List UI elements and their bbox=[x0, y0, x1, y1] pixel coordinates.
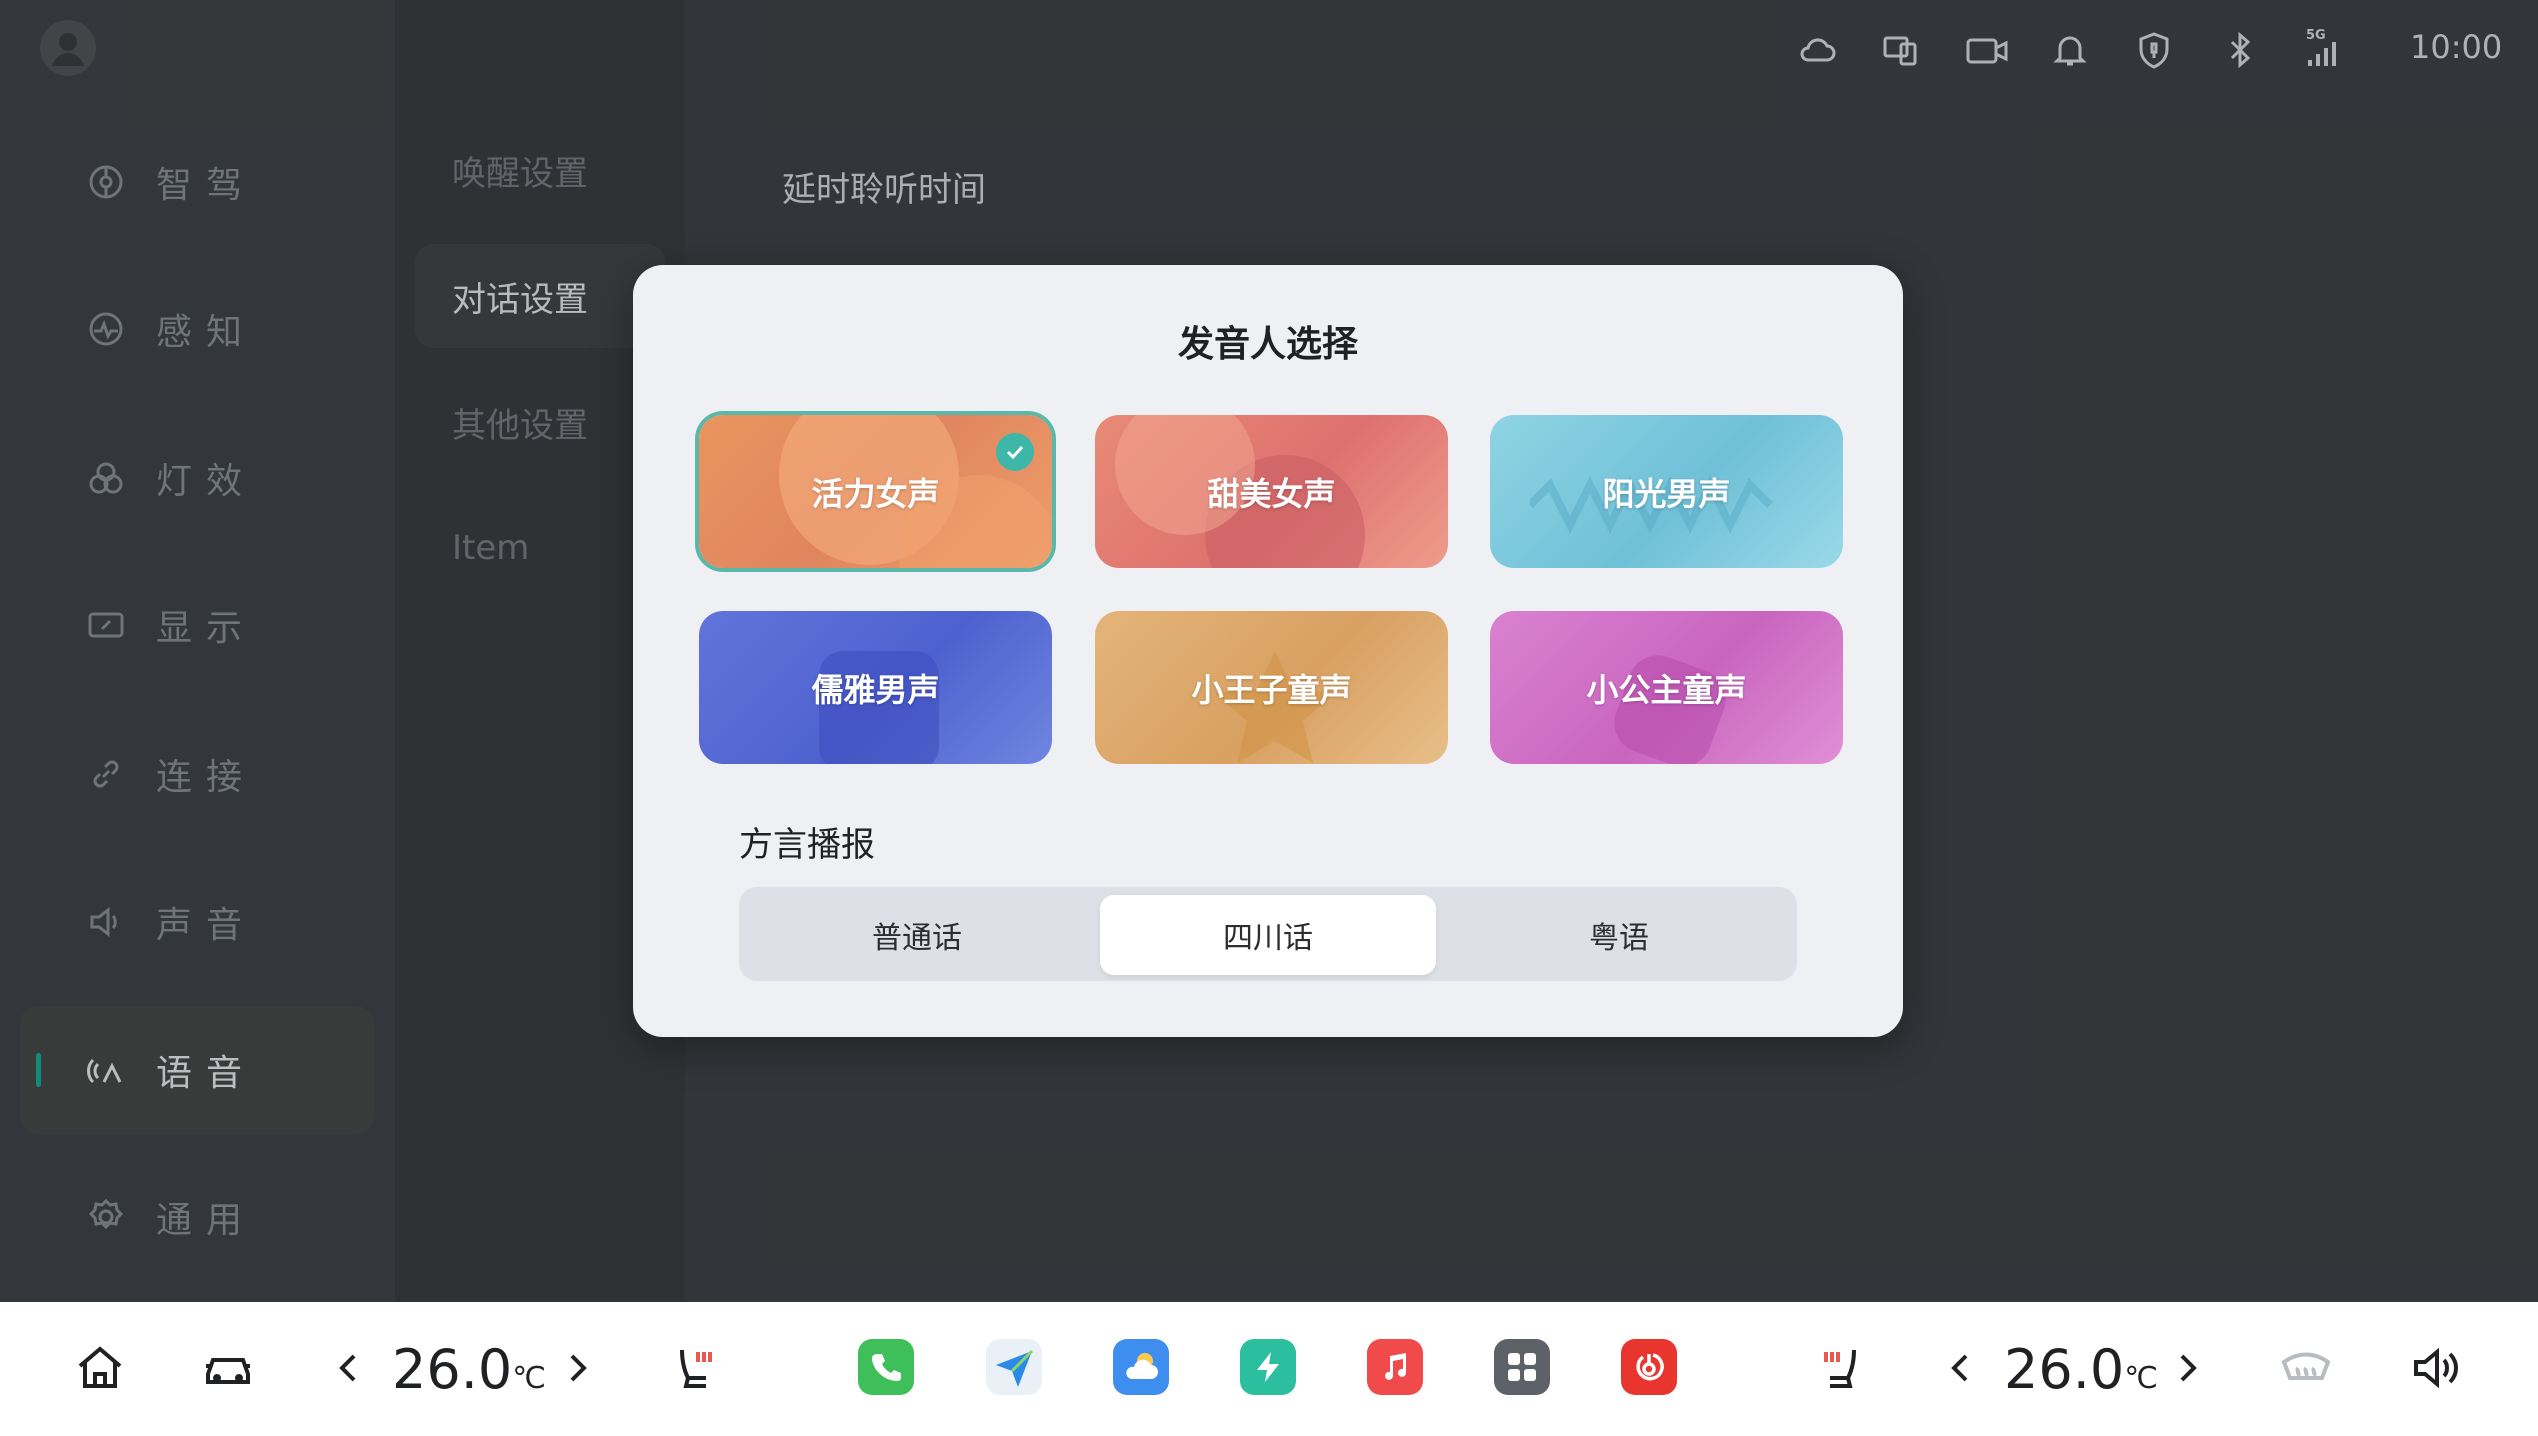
apps-grid-icon[interactable] bbox=[1494, 1339, 1550, 1395]
dock-bar: 26.0℃ 26.0℃ bbox=[0, 1302, 2538, 1436]
seat-heat-right-icon[interactable] bbox=[1812, 1340, 1868, 1396]
voice-card-label: 阳光男声 bbox=[1602, 474, 1731, 513]
phone-app-icon[interactable] bbox=[858, 1339, 914, 1395]
weather-app-icon[interactable] bbox=[1113, 1339, 1169, 1395]
navigation-app-icon[interactable] bbox=[986, 1339, 1042, 1395]
left-temp-decrease-icon[interactable] bbox=[332, 1340, 364, 1396]
right-temp-number: 26.0 bbox=[2004, 1338, 2125, 1401]
dialect-title: 方言播报 bbox=[739, 825, 875, 865]
voice-card-sweet-female[interactable]: 甜美女声 bbox=[1095, 415, 1448, 568]
dialect-option-cantonese[interactable]: 粤语 bbox=[1451, 895, 1787, 975]
voice-card-little-princess[interactable]: 小公主童声 bbox=[1490, 611, 1843, 764]
right-temp-decrease-icon[interactable] bbox=[1944, 1340, 1976, 1396]
right-temp-unit: ℃ bbox=[2124, 1361, 2158, 1396]
voice-card-label: 小公主童声 bbox=[1586, 670, 1747, 709]
voice-card-label: 活力女声 bbox=[811, 474, 940, 513]
check-icon bbox=[996, 433, 1034, 471]
dialect-segmented-control: 普通话 四川话 粤语 bbox=[739, 887, 1797, 981]
left-temp-increase-icon[interactable] bbox=[562, 1340, 594, 1396]
voice-card-sunny-male[interactable]: 阳光男声 bbox=[1490, 415, 1843, 568]
defrost-icon[interactable] bbox=[2278, 1340, 2334, 1396]
car-icon[interactable] bbox=[200, 1340, 256, 1396]
voice-card-little-prince[interactable]: 小王子童声 bbox=[1095, 611, 1448, 764]
netease-music-app-icon[interactable] bbox=[1621, 1339, 1677, 1395]
voice-card-elegant-male[interactable]: 儒雅男声 bbox=[699, 611, 1052, 764]
left-temp-value: 26.0℃ bbox=[392, 1338, 546, 1401]
voice-card-lively-female[interactable]: 活力女声 bbox=[699, 415, 1052, 568]
music-app-icon[interactable] bbox=[1367, 1339, 1423, 1395]
right-temp-value: 26.0℃ bbox=[2004, 1338, 2158, 1401]
voice-card-label: 小王子童声 bbox=[1191, 670, 1352, 709]
right-temp-increase-icon[interactable] bbox=[2172, 1340, 2204, 1396]
volume-icon[interactable] bbox=[2408, 1340, 2464, 1396]
left-temp-number: 26.0 bbox=[392, 1338, 513, 1401]
dialect-option-sichuan[interactable]: 四川话 bbox=[1100, 895, 1436, 975]
left-temp-unit: ℃ bbox=[512, 1361, 546, 1396]
voice-card-label: 甜美女声 bbox=[1207, 474, 1336, 513]
home-icon[interactable] bbox=[72, 1340, 128, 1396]
seat-heat-left-icon[interactable] bbox=[668, 1340, 724, 1396]
dialog-title: 发音人选择 bbox=[1177, 324, 1358, 365]
voice-select-dialog: 发音人选择 活力女声 甜美女声 阳光男声 儒雅男声 小王子童声 小公主童声 方言… bbox=[633, 265, 1903, 1037]
voice-card-label: 儒雅男声 bbox=[811, 670, 940, 709]
dialect-option-mandarin[interactable]: 普通话 bbox=[749, 895, 1085, 975]
charging-app-icon[interactable] bbox=[1240, 1339, 1296, 1395]
